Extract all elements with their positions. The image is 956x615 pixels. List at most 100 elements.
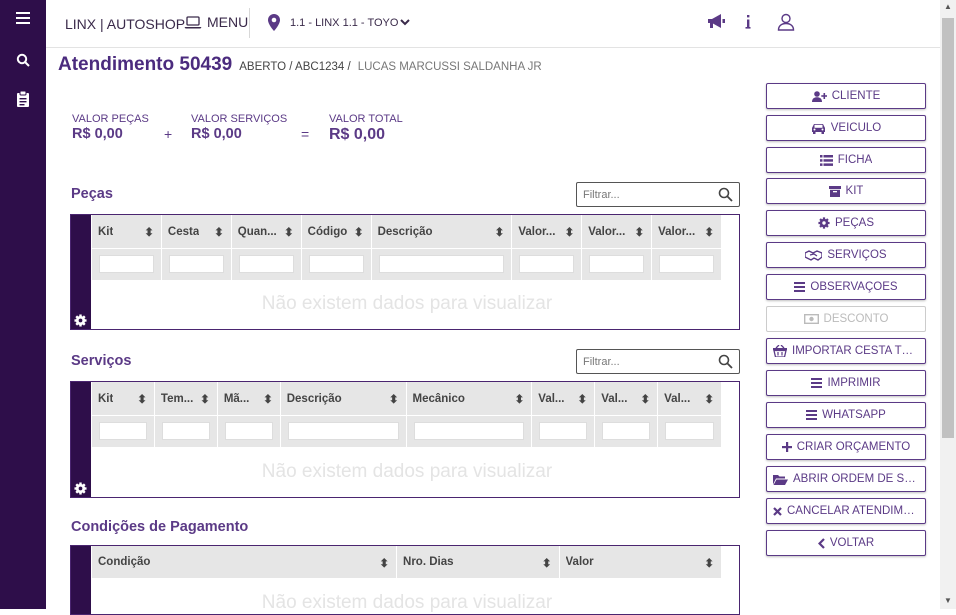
column-header[interactable]: Valor... ⬍ [512,215,583,248]
column-header[interactable]: Tem... ⬍ [155,382,218,415]
column-filter-input[interactable] [602,422,651,440]
money-icon [803,314,819,324]
column-header[interactable]: Valor... ⬍ [582,215,653,248]
column-header[interactable]: Mã... ⬍ [218,382,281,415]
cliente-button[interactable]: CLIENTE [766,83,926,109]
column-header[interactable]: Val... ⬍ [595,382,659,415]
servicos-filter[interactable] [576,349,740,374]
servicos-filter-input[interactable] [583,355,703,368]
gear-icon[interactable] [74,482,87,495]
imprimir-button[interactable]: IMPRIMIR [766,370,926,396]
sort-icon: ⬍ [704,558,715,570]
column-filter-input[interactable] [168,255,224,273]
brand-label: LINX | AUTOSHOP [65,16,186,32]
store-selector[interactable]: 1.1 - LINX 1.1 - TOYO [268,14,411,31]
veiculo-button[interactable]: VEÍCULO [766,115,926,141]
grid-gutter [71,546,91,614]
menu-button[interactable]: MENU [184,14,248,30]
criar-orcamento-button[interactable]: CRIAR ORÇAMENTO [766,434,926,460]
servicos-header-row: Kit ⬍ Tem... ⬍ Mã... ⬍ Descrição ⬍ Mecânico ⬍… [92,382,722,415]
kit-button[interactable]: KIT [766,178,926,204]
column-filter-input[interactable] [99,255,154,273]
column-header[interactable]: Valor... ⬍ [652,215,722,248]
servicos-section-title: Serviços [71,353,132,369]
hamburger-menu-icon[interactable] [13,8,33,28]
clipboard-icon[interactable] [13,89,33,109]
plus-sign: + [164,126,173,142]
column-filter-input[interactable] [659,255,714,273]
column-header[interactable]: Kit ⬍ [92,215,162,248]
car-icon [811,123,826,134]
column-filter-input[interactable] [287,422,399,440]
column-filter-input[interactable] [378,255,505,273]
vertical-scrollbar[interactable]: ▲ ▼ [940,0,956,609]
button-label: VEÍCULO [830,122,882,134]
megaphone-icon[interactable] [706,13,726,35]
column-filter-input[interactable] [308,255,364,273]
scroll-down-arrow[interactable]: ▼ [944,596,952,605]
servicos-button[interactable]: SERVIÇOS [766,242,926,268]
total-servicos-label: VALOR SERVIÇOS [191,113,288,125]
sort-icon: ⬍ [137,394,147,406]
voltar-button[interactable]: VOLTAR [766,530,926,556]
pecas-filter-input[interactable] [583,188,703,201]
info-icon[interactable] [745,15,751,34]
column-header[interactable]: Código ⬍ [302,215,372,248]
column-header[interactable]: Condição ⬍ [92,546,398,578]
empty-message: Não existem dados para visualizar [261,461,553,482]
button-label: DESCONTO [823,313,889,325]
column-header[interactable]: Kit ⬍ [92,382,155,415]
basket-icon [773,345,787,357]
search-icon[interactable] [13,50,33,70]
sort-icon: ⬍ [388,394,399,406]
sort-icon: ⬍ [634,227,645,239]
abrir-ordem-button[interactable]: ABRIR ORDEM DE SER... [766,466,926,492]
total-servicos: VALOR SERVIÇOS R$ 0,00 [191,113,287,142]
sort-icon: ⬍ [200,394,210,406]
scroll-thumb[interactable] [942,18,954,438]
button-label: IMPRIMIR [827,377,881,389]
desconto-button[interactable]: DESCONTO [766,306,926,332]
column-header[interactable]: Mecânico ⬍ [407,382,533,415]
pecas-button[interactable]: PEÇAS [766,210,926,236]
search-icon[interactable] [718,187,733,202]
column-filter-input[interactable] [224,422,273,440]
button-label: KIT [845,185,864,197]
ficha-button[interactable]: FICHA [766,147,926,173]
pecas-header-row: Kit ⬍ Cesta ⬍ Quan... ⬍ Código ⬍ Descrição ⬍ … [92,215,722,248]
total-geral: VALOR TOTAL R$ 0,00 [329,113,403,144]
whatsapp-button[interactable]: WHATSAPP [766,402,926,428]
column-filter-input[interactable] [539,422,588,440]
column-filter-input[interactable] [238,255,294,273]
cancelar-atendimento-button[interactable]: CANCELAR ATENDIME... [766,498,926,524]
scroll-up-arrow[interactable]: ▲ [944,2,952,11]
importar-cesta-button[interactable]: IMPORTAR CESTA TOP... [766,338,926,364]
observacoes-button[interactable]: OBSERVAÇÕES [766,274,926,300]
map-marker-icon [268,14,280,31]
column-filter-input[interactable] [413,422,525,440]
column-header[interactable]: Descrição ⬍ [372,215,513,248]
equals-sign: = [301,126,310,142]
column-filter-input[interactable] [589,255,645,273]
column-header[interactable]: Cesta ⬍ [162,215,232,248]
column-filter-input[interactable] [665,422,714,440]
total-geral-label: VALOR TOTAL [329,113,403,125]
sort-icon: ⬍ [144,227,154,239]
search-icon[interactable] [718,354,733,369]
column-header[interactable]: Val... ⬍ [658,382,722,415]
column-filter-input[interactable] [519,255,575,273]
sort-icon: ⬍ [704,394,714,406]
column-header[interactable]: Valor ⬍ [560,546,723,578]
column-header[interactable]: Quan... ⬍ [232,215,302,248]
pecas-filter[interactable] [576,182,740,207]
gear-icon[interactable] [74,314,87,327]
column-header[interactable]: Val... ⬍ [532,382,596,415]
column-filter-input[interactable] [99,422,147,440]
pecas-section-title: Peças [71,186,113,202]
chevron-left-icon [817,537,825,549]
column-header[interactable]: Descrição ⬍ [281,382,407,415]
column-header[interactable]: Nro. Dias ⬍ [397,546,560,578]
user-icon[interactable] [777,13,795,36]
column-filter-input[interactable] [161,422,210,440]
status-text: ABERTO / ABC1234 / [239,61,351,73]
